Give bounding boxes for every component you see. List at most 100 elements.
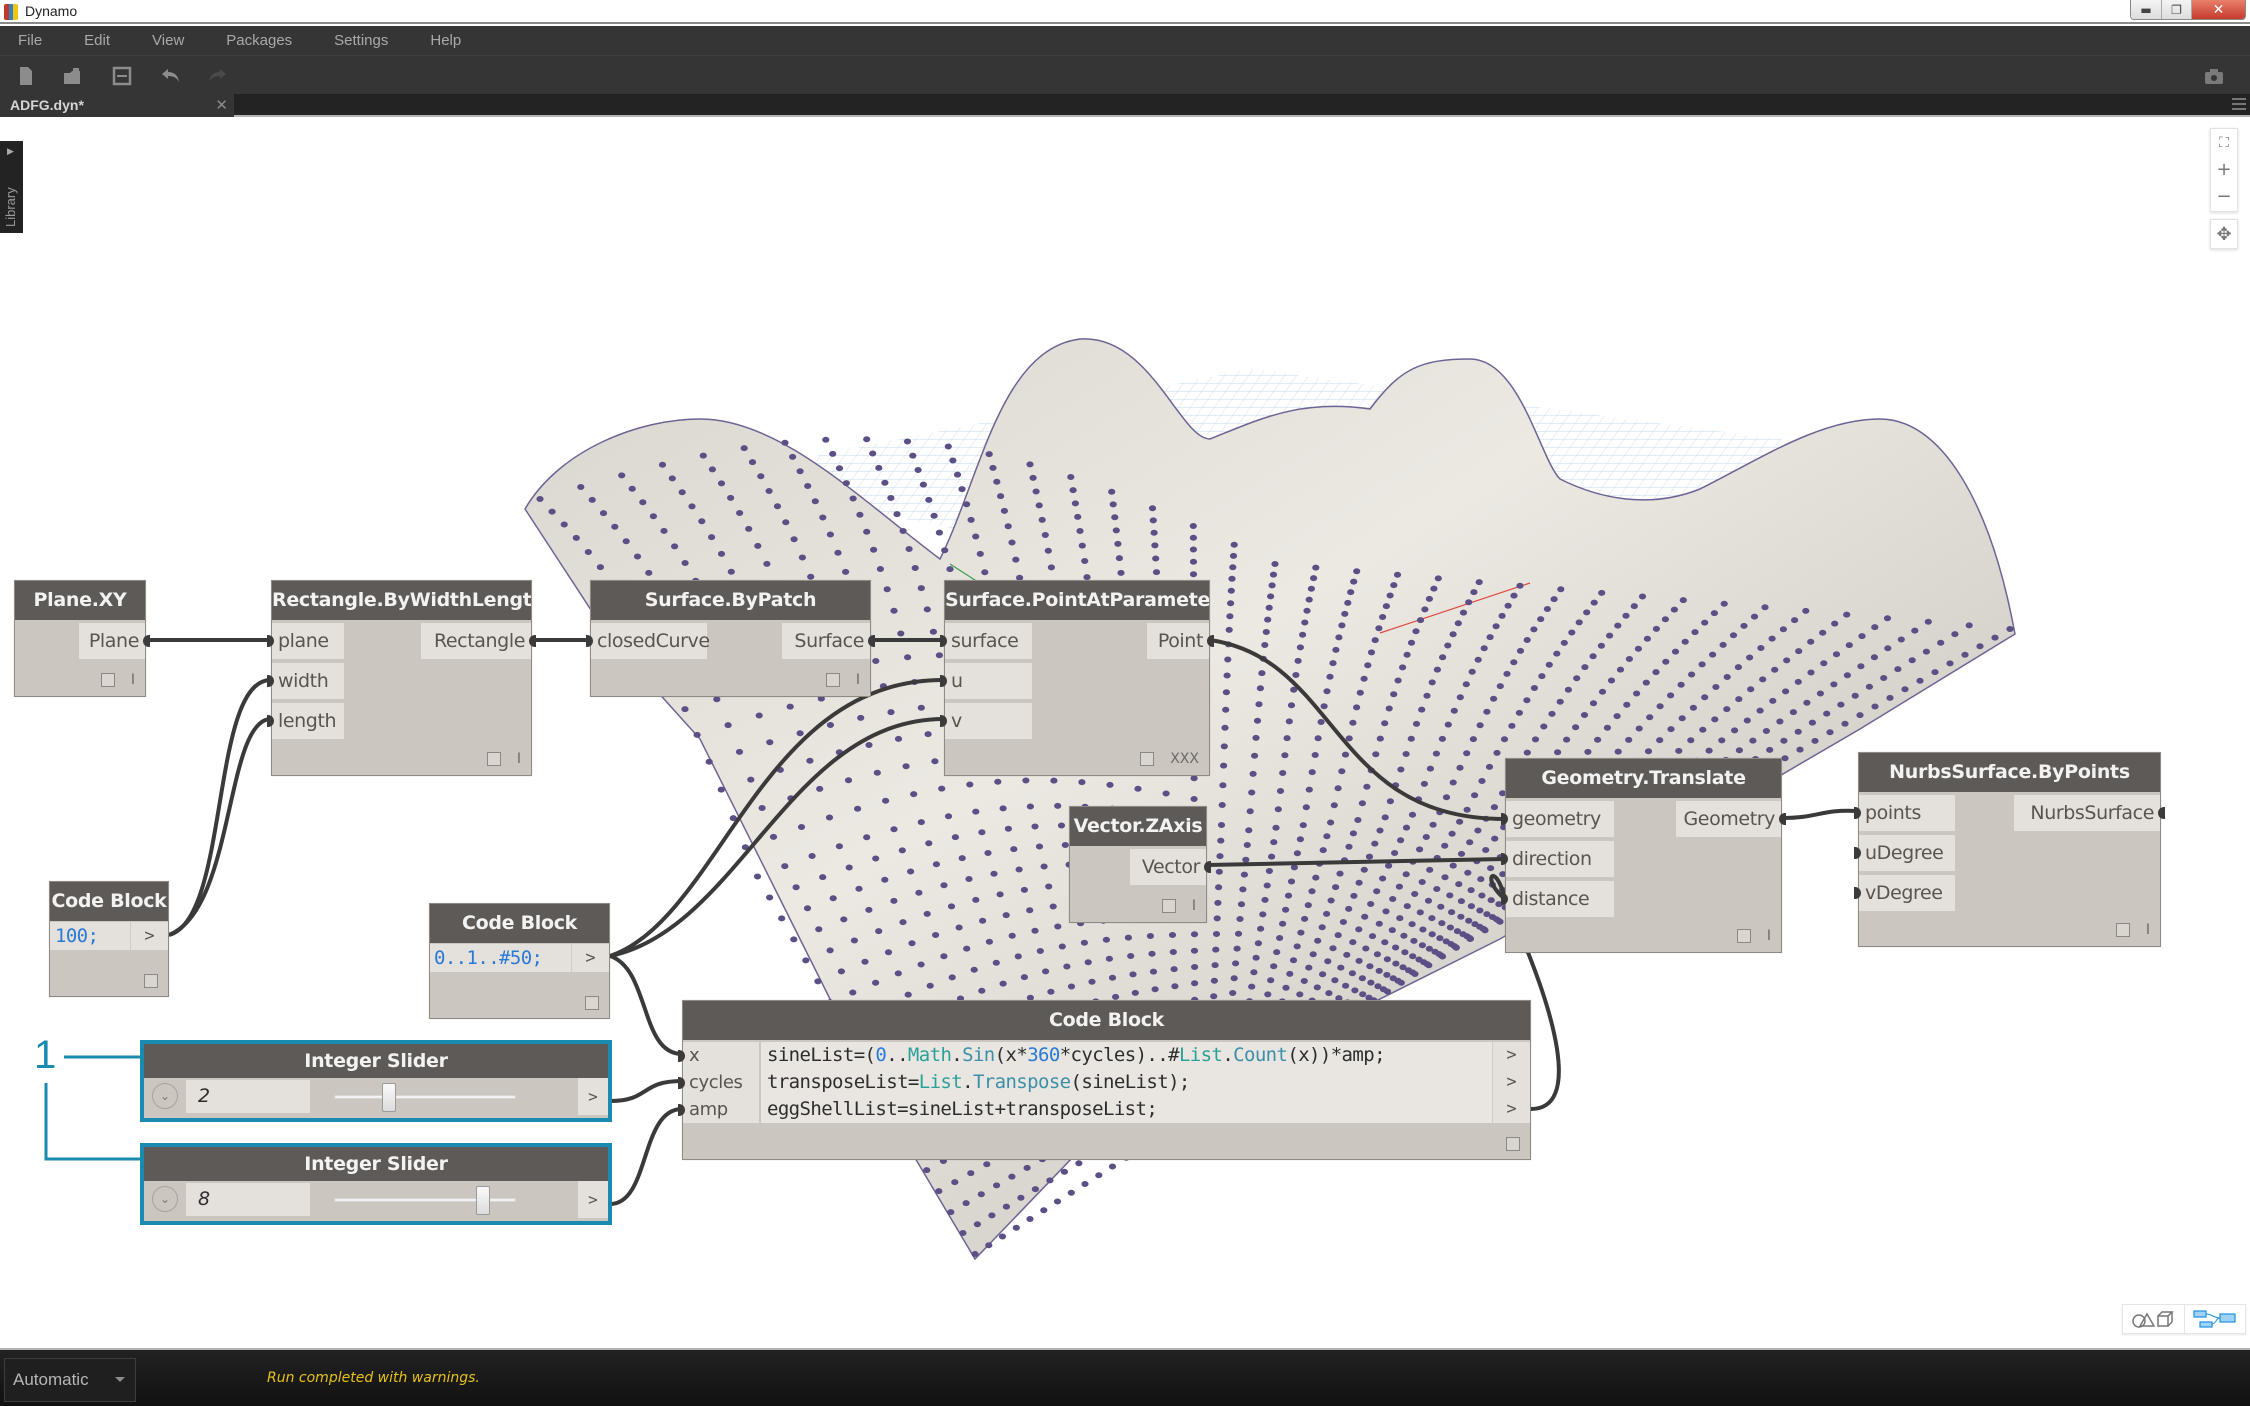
surface-point <box>1265 604 1273 611</box>
output-port-rectangle[interactable]: Rectangle <box>421 623 536 659</box>
slider-value-field[interactable]: 8 <box>186 1183 310 1216</box>
preview-toggle[interactable] <box>2115 923 2130 937</box>
slider-track[interactable] <box>334 1095 516 1099</box>
surface-point <box>1000 507 1009 514</box>
preview-toggle[interactable] <box>100 673 115 687</box>
zoom-in-button[interactable]: + <box>2210 156 2238 183</box>
node-code-block-main[interactable]: Code Block x cycles amp sineList=(0..Mat… <box>678 1000 1531 1160</box>
lacing-indicator: XXX <box>1170 751 1199 767</box>
node-code-block-range[interactable]: Code Block 0..1..#50; > <box>429 903 610 1019</box>
input-port-distance[interactable]: distance <box>1501 881 1614 917</box>
graph-view-button[interactable] <box>2185 1305 2246 1333</box>
input-port-plane[interactable]: plane <box>267 623 344 659</box>
input-port-length[interactable]: length <box>267 703 344 739</box>
zoom-fit-button[interactable]: ⛶ <box>2210 129 2238 156</box>
menu-settings[interactable]: Settings <box>334 32 388 49</box>
output-port-point[interactable]: Point <box>1147 623 1214 659</box>
node-integer-slider-amp[interactable]: Integer Slider ⌄ 8 > <box>140 1143 612 1225</box>
new-file-button[interactable] <box>14 64 38 88</box>
menu-edit[interactable]: Edit <box>84 32 110 49</box>
surface-point <box>1334 932 1342 939</box>
preview-toggle[interactable] <box>1161 899 1176 913</box>
node-surface-point-at-parameter[interactable]: Surface.PointAtParameter surface u v Poi… <box>940 580 1214 776</box>
undo-button[interactable] <box>158 64 182 88</box>
preview-toggle[interactable] <box>585 996 599 1010</box>
surface-point <box>1603 724 1611 731</box>
input-port-u-degree[interactable]: uDegree <box>1854 835 1955 871</box>
input-port-cycles[interactable]: cycles <box>678 1069 759 1096</box>
slider-thumb[interactable] <box>381 1083 396 1112</box>
menu-file[interactable]: File <box>18 32 42 49</box>
tab-close-icon[interactable]: ✕ <box>215 96 228 114</box>
expand-slider-button[interactable]: ⌄ <box>152 1083 178 1109</box>
input-port-u[interactable]: u <box>940 663 1032 699</box>
preview-toggle[interactable] <box>1736 929 1751 943</box>
workspace-canvas[interactable]: 1 ▶ Library ⛶ + − ✥ Plane.XY Plane I Rec… <box>0 119 2250 1348</box>
node-surface-by-patch[interactable]: Surface.ByPatch closedCurve Surface I <box>586 580 875 697</box>
background-3d-preview-button[interactable] <box>2123 1305 2185 1333</box>
slider-value-field[interactable]: 2 <box>186 1080 310 1113</box>
screenshot-button[interactable] <box>2202 64 2226 88</box>
output-port-3[interactable]: > <box>1492 1096 1530 1123</box>
minimize-button[interactable]: ▬ <box>2131 0 2161 19</box>
zoom-out-button[interactable]: − <box>2210 183 2238 210</box>
code-editor[interactable]: sineList=(0..Math.Sin(x*360*cycles)..#Li… <box>761 1042 1492 1123</box>
redo-button[interactable] <box>206 64 230 88</box>
node-code-block-100[interactable]: Code Block 100; > <box>49 881 169 997</box>
input-port-geometry[interactable]: geometry <box>1501 801 1614 837</box>
node-vector-z-axis[interactable]: Vector.ZAxis Vector I <box>1069 806 1211 923</box>
output-port-1[interactable]: > <box>1492 1042 1530 1069</box>
input-port-closed-curve[interactable]: closedCurve <box>586 623 710 659</box>
output-port[interactable]: > <box>130 922 168 950</box>
output-port-vector[interactable]: Vector <box>1130 849 1211 885</box>
preview-toggle[interactable] <box>1506 1137 1520 1151</box>
run-mode-dropdown[interactable]: Automatic <box>4 1358 136 1402</box>
pan-button[interactable]: ✥ <box>2210 219 2238 249</box>
input-port-points[interactable]: points <box>1854 795 1955 831</box>
preview-toggle[interactable] <box>486 752 501 766</box>
code-editor[interactable]: 100; <box>50 922 132 950</box>
input-port-v[interactable]: v <box>940 703 1032 739</box>
save-button[interactable] <box>110 64 134 88</box>
preview-toggle[interactable] <box>825 673 840 687</box>
node-rectangle-by-width-length[interactable]: Rectangle.ByWidthLength plane width leng… <box>267 580 536 776</box>
open-file-button[interactable] <box>60 64 84 88</box>
output-port-2[interactable]: > <box>1492 1069 1530 1096</box>
output-port-geometry[interactable]: Geometry <box>1676 801 1786 837</box>
library-toggle[interactable]: ▶ Library <box>0 141 23 233</box>
surface-point <box>1807 669 1815 676</box>
expand-slider-button[interactable]: ⌄ <box>152 1186 178 1212</box>
restore-button[interactable]: ❐ <box>2161 0 2191 19</box>
tab-menu-icon[interactable] <box>2232 98 2246 113</box>
close-window-button[interactable]: ✕ <box>2191 0 2245 19</box>
output-port[interactable]: > <box>578 1078 608 1115</box>
output-port[interactable]: > <box>578 1181 608 1218</box>
surface-point <box>1419 926 1427 933</box>
input-port-v-degree[interactable]: vDegree <box>1854 875 1955 911</box>
surface-point <box>1575 619 1583 626</box>
menu-packages[interactable]: Packages <box>226 32 292 49</box>
menu-view[interactable]: View <box>152 32 184 49</box>
code-editor[interactable]: 0..1..#50; <box>430 944 573 972</box>
input-port-x[interactable]: x <box>678 1042 759 1069</box>
slider-thumb[interactable] <box>476 1186 491 1215</box>
output-port-surface[interactable]: Surface <box>782 623 875 659</box>
input-port-direction[interactable]: direction <box>1501 841 1614 877</box>
surface-point <box>1675 747 1683 754</box>
output-port-nurbs-surface[interactable]: NurbsSurface <box>2014 795 2165 831</box>
surface-point <box>1418 942 1426 949</box>
node-geometry-translate[interactable]: Geometry.Translate geometry direction di… <box>1501 758 1786 953</box>
output-port-plane[interactable]: Plane <box>79 623 150 659</box>
node-nurbs-surface-by-points[interactable]: NurbsSurface.ByPoints points uDegree vDe… <box>1854 752 2165 947</box>
input-port-surface[interactable]: surface <box>940 623 1032 659</box>
preview-toggle[interactable] <box>144 974 158 988</box>
surface-point <box>815 926 823 933</box>
preview-toggle[interactable] <box>1140 752 1155 766</box>
tab-adfg[interactable]: ADFG.dyn* ✕ <box>0 94 234 117</box>
input-port-width[interactable]: width <box>267 663 344 699</box>
output-port[interactable]: > <box>571 944 609 972</box>
input-port-amp[interactable]: amp <box>678 1096 759 1123</box>
menu-help[interactable]: Help <box>430 32 461 49</box>
node-plane-xy[interactable]: Plane.XY Plane I <box>14 580 150 697</box>
node-integer-slider-cycles[interactable]: Integer Slider ⌄ 2 > <box>140 1040 612 1122</box>
